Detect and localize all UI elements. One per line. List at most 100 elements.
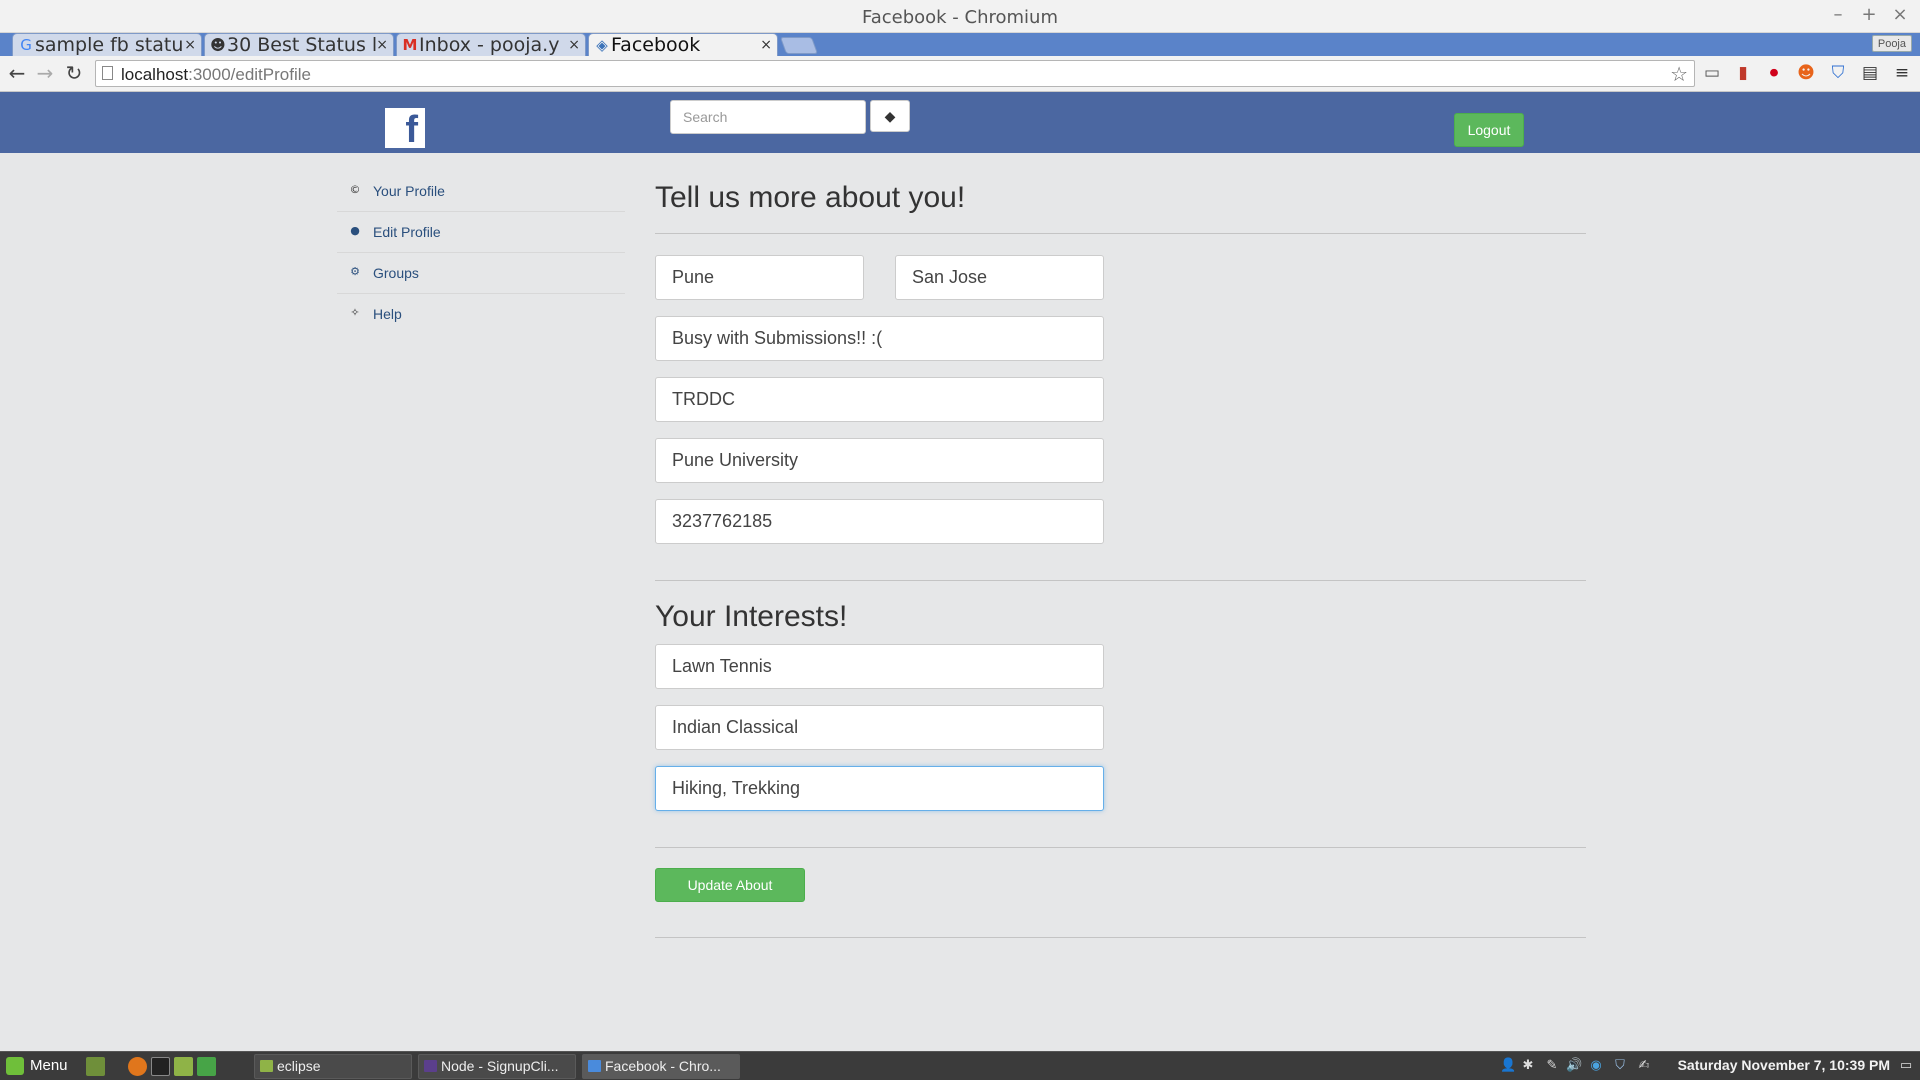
reader-icon[interactable]: ▤ [1860, 63, 1880, 83]
firefox-icon[interactable] [128, 1057, 147, 1076]
lightbulb-icon: ✧ [350, 306, 360, 319]
search-button[interactable]: ◆ [870, 100, 910, 132]
site-header: f ◆ Logout [0, 92, 1920, 153]
about-heading: Tell us more about you! [655, 181, 966, 214]
divider [655, 580, 1586, 581]
mint-logo-icon [6, 1057, 24, 1075]
eclipse-icon [424, 1060, 437, 1072]
start-menu-button[interactable]: Menu [4, 1055, 68, 1077]
tab-close-icon[interactable]: × [376, 34, 388, 56]
bookmark-extension-icon[interactable]: ▮ [1733, 63, 1753, 83]
clock[interactable]: Saturday November 7, 10:39 PM [1678, 1057, 1890, 1073]
gmail-icon: M [402, 36, 418, 54]
divider [655, 233, 1586, 234]
menu-label: Menu [30, 1057, 68, 1074]
tab-label: 30 Best Status l [227, 34, 378, 56]
url-text[interactable]: localhost:3000/editProfile [121, 65, 311, 85]
show-desktop-icon[interactable] [86, 1057, 105, 1076]
notes-icon[interactable]: ✍ [1636, 1057, 1652, 1075]
update-icon[interactable]: ◉ [1588, 1057, 1604, 1075]
tab-facebook[interactable]: ◈ Facebook × [588, 33, 778, 56]
google-icon: G [20, 36, 32, 54]
cast-icon[interactable]: ▭ [1702, 63, 1722, 83]
menu-icon[interactable]: ≡ [1892, 63, 1912, 83]
sidebar-item-groups[interactable]: ⚙ Groups [337, 253, 625, 294]
terminal-icon[interactable] [151, 1057, 170, 1076]
interest-field-3[interactable] [655, 766, 1104, 811]
minimize-icon[interactable]: – [1826, 4, 1850, 25]
shield-tray-icon[interactable]: ⛉ [1612, 1057, 1628, 1075]
logo-letter: f [405, 109, 418, 151]
sidebar-item-label: Help [373, 306, 402, 322]
tab-inbox[interactable]: M Inbox - pooja.y × [396, 33, 586, 56]
tab-close-icon[interactable]: × [184, 34, 196, 56]
gear-icon: ⚙ [350, 265, 360, 278]
search-icon: ◆ [884, 108, 896, 124]
sidebar-item-label: Edit Profile [373, 224, 441, 240]
tab-close-icon[interactable]: × [568, 34, 580, 56]
sidebar-item-help[interactable]: ✧ Help [337, 294, 625, 335]
task-label: Node - SignupCli... [441, 1058, 559, 1074]
address-bar[interactable]: localhost:3000/editProfile ☆ [95, 60, 1695, 87]
logout-button[interactable]: Logout [1454, 113, 1524, 147]
tab-close-icon[interactable]: × [760, 34, 772, 56]
tab-strip: G sample fb statu × ☻ 30 Best Status l ×… [0, 33, 1920, 56]
network-icon[interactable]: ✎ [1544, 1057, 1560, 1075]
bookmark-star-icon[interactable]: ☆ [1670, 62, 1688, 86]
edit-profile-form: Tell us more about you! [655, 171, 1586, 234]
sidebar-item-edit-profile[interactable]: ● Edit Profile [337, 212, 625, 253]
url-path: :3000/editProfile [188, 65, 311, 84]
browser-toolbar: ← → ↻ localhost:3000/editProfile ☆ ▭ ▮ ⏺… [0, 56, 1920, 92]
new-tab-button[interactable] [779, 37, 819, 54]
forward-icon[interactable]: → [33, 61, 57, 85]
window-titlebar: Facebook - Chromium – + × [0, 0, 1920, 33]
profile-badge[interactable]: Pooja [1871, 35, 1912, 52]
sidebar-item-your-profile[interactable]: © Your Profile [337, 171, 625, 212]
sidebar-item-label: Groups [373, 265, 419, 281]
interests-heading: Your Interests! [655, 600, 848, 633]
education-field[interactable] [655, 438, 1104, 483]
divider [655, 847, 1586, 848]
files-icon[interactable] [174, 1057, 193, 1076]
task-facebook[interactable]: Facebook - Chro... [582, 1054, 740, 1079]
shield-icon[interactable]: ⛉ [1828, 63, 1848, 83]
search-input[interactable] [670, 100, 866, 134]
workplace-field[interactable] [655, 377, 1104, 422]
interest-field-2[interactable] [655, 705, 1104, 750]
text-editor-icon[interactable] [197, 1057, 216, 1076]
copyright-icon: © [349, 183, 361, 196]
record-icon: ● [350, 224, 360, 237]
show-desktop-tray-icon[interactable]: ▭ [1898, 1057, 1914, 1075]
sidebar-nav: © Your Profile ● Edit Profile ⚙ Groups ✧… [337, 171, 625, 335]
os-taskbar: Menu eclipse Node - SignupCli... Faceboo… [0, 1051, 1920, 1080]
extension-face-icon[interactable]: ☻ [1796, 63, 1816, 83]
task-label: eclipse [277, 1058, 321, 1074]
facebook-logo[interactable]: f [385, 108, 425, 151]
tab-label: sample fb statu [35, 34, 184, 56]
volume-icon[interactable]: 🔊 [1566, 1057, 1582, 1075]
user-icon[interactable]: 👤 [1500, 1057, 1516, 1075]
bluetooth-icon[interactable]: ✱ [1520, 1057, 1536, 1075]
maximize-icon[interactable]: + [1857, 4, 1881, 25]
task-node[interactable]: Node - SignupCli... [418, 1054, 576, 1079]
close-icon[interactable]: × [1888, 4, 1912, 25]
url-host: localhost [121, 65, 189, 84]
interest-field-1[interactable] [655, 644, 1104, 689]
app-icon: ◈ [596, 36, 608, 54]
adblock-icon[interactable]: ⏺ [1764, 63, 1784, 83]
back-icon[interactable]: ← [5, 61, 29, 85]
update-about-button[interactable]: Update About [655, 868, 805, 902]
task-label: Facebook - Chro... [605, 1058, 721, 1074]
reload-icon[interactable]: ↻ [62, 61, 86, 85]
folder-icon [260, 1060, 273, 1072]
divider [655, 937, 1586, 938]
page-icon [102, 66, 113, 80]
phone-field[interactable] [655, 499, 1104, 544]
tab-best-status[interactable]: ☻ 30 Best Status l × [204, 33, 394, 56]
tab-sample-fb-status[interactable]: G sample fb statu × [12, 33, 202, 56]
tab-label: Inbox - pooja.y [419, 34, 560, 56]
current-city-field[interactable] [895, 255, 1104, 300]
hometown-field[interactable] [655, 255, 864, 300]
task-eclipse[interactable]: eclipse [254, 1054, 412, 1079]
status-field[interactable] [655, 316, 1104, 361]
